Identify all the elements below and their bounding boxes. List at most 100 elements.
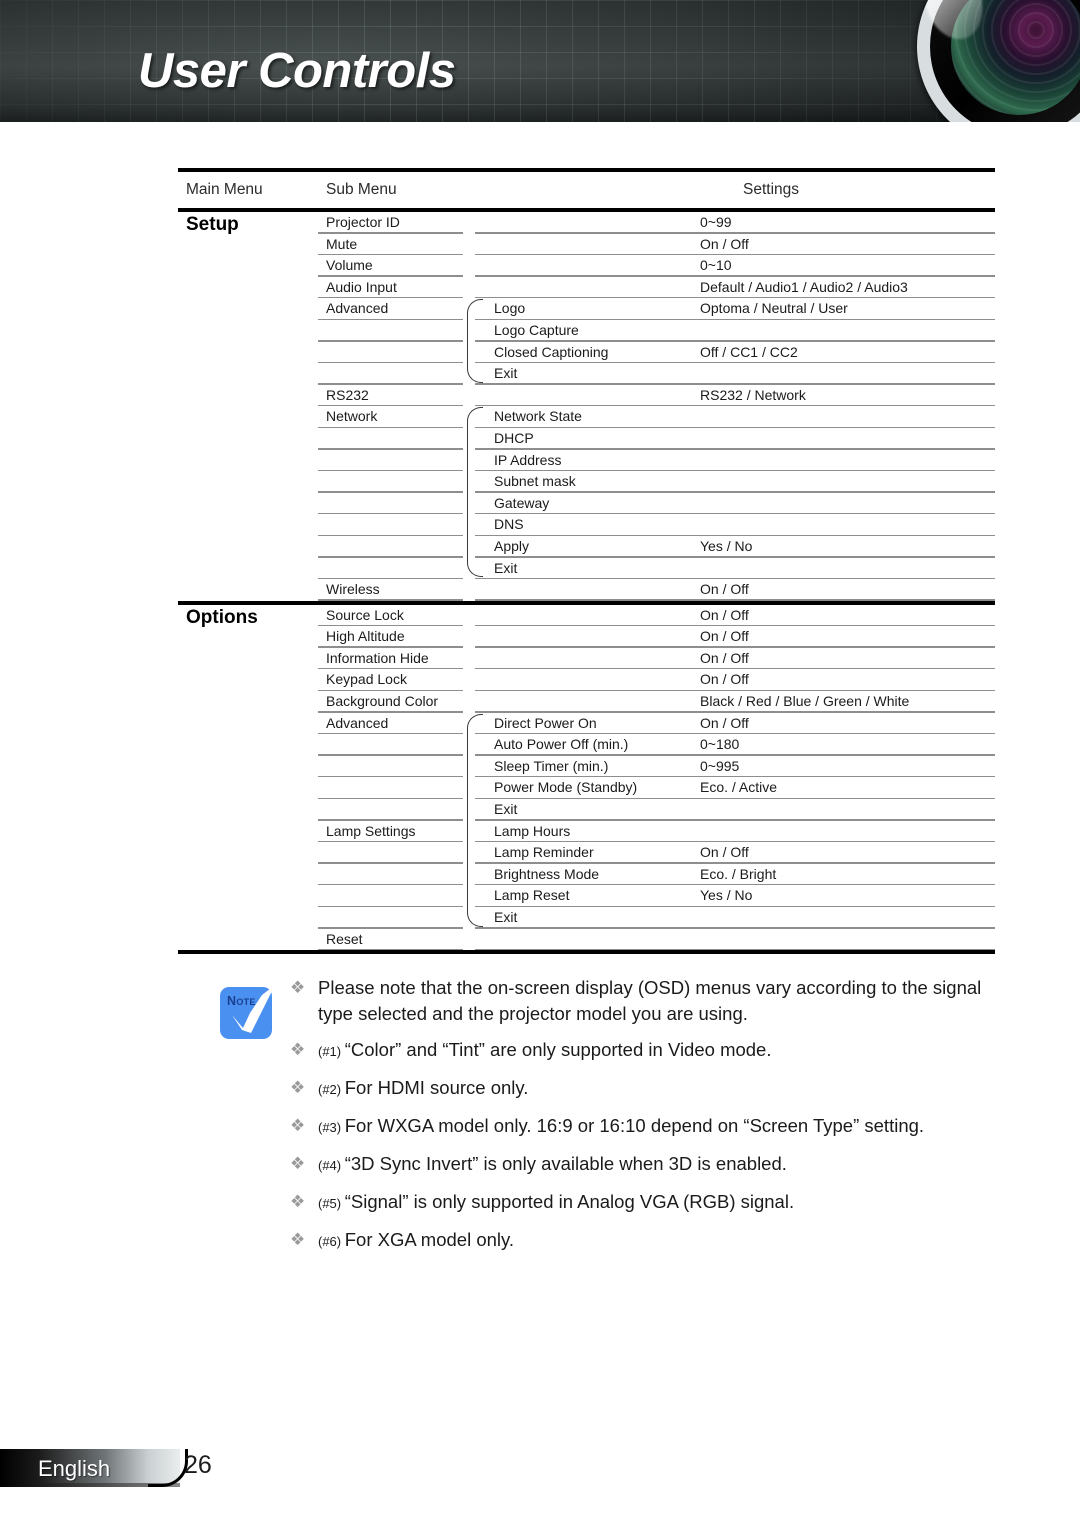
note-reference-marker: (#3) bbox=[318, 1120, 345, 1135]
column-header-main-menu: Main Menu bbox=[186, 181, 263, 198]
bullet-diamond-icon: ❖ bbox=[290, 1078, 306, 1097]
sub-sub-menu-label: Gateway bbox=[494, 494, 550, 511]
setting-value: Black / Red / Blue / Green / White bbox=[700, 693, 910, 710]
sub-sub-menu-label: Apply bbox=[494, 537, 530, 554]
bullet-diamond-icon: ❖ bbox=[290, 1116, 306, 1135]
setting-value: Eco. / Active bbox=[700, 779, 778, 796]
setting-value: Eco. / Bright bbox=[700, 865, 777, 882]
bullet-diamond-icon: ❖ bbox=[290, 1040, 306, 1059]
sub-menu-label: Wireless bbox=[326, 581, 380, 598]
note-text: “3D Sync Invert” is only available when … bbox=[344, 1153, 787, 1174]
note-bullet-item: ❖ (#5) “Signal” is only supported in Anal… bbox=[290, 1189, 1018, 1217]
table-row: Information Hide On / Off bbox=[178, 648, 995, 670]
sub-sub-menu-label: Brightness Mode bbox=[494, 865, 600, 882]
setting-value: On / Off bbox=[700, 714, 749, 731]
sub-sub-menu-label: IP Address bbox=[494, 451, 562, 468]
setting-value: 0~99 bbox=[700, 214, 732, 230]
note-text: For XGA model only. bbox=[344, 1229, 515, 1250]
sub-menu-label: Audio Input bbox=[326, 278, 397, 295]
note-bullet-item: ❖ (#2) For HDMI source only. bbox=[290, 1075, 1018, 1103]
table-row: RS232 RS232 / Network bbox=[178, 385, 995, 407]
row-underline-settings bbox=[475, 948, 995, 951]
column-header-settings: Settings bbox=[743, 181, 800, 198]
note-bullet-list: ❖ Please note that the on-screen display … bbox=[290, 975, 1018, 1265]
note-text: “Signal” is only supported in Analog VGA… bbox=[344, 1191, 795, 1212]
table-row: Sleep Timer (min.) 0~995 bbox=[178, 756, 995, 778]
sub-sub-menu-label: Exit bbox=[494, 801, 518, 818]
sub-menu-label: Advanced bbox=[326, 300, 389, 317]
note-bullet-item: ❖ (#3) For WXGA model only. 16:9 or 16:10… bbox=[290, 1113, 1018, 1141]
checkmark-icon bbox=[232, 985, 275, 1033]
table-row: Reset bbox=[178, 929, 995, 951]
setting-value: Default / Audio1 / Audio2 / Audio3 bbox=[700, 278, 908, 295]
sub-sub-menu-label: Lamp Reset bbox=[494, 887, 570, 904]
table-column-headers: Main Menu Sub Menu Settings bbox=[178, 172, 995, 208]
setting-value: On / Off bbox=[700, 671, 749, 688]
table-row: IP Address bbox=[178, 450, 995, 472]
table-bottom-rule bbox=[178, 950, 995, 955]
table-row: Exit bbox=[178, 558, 995, 580]
table-sections-host: Setup Projector ID 0~99 Mute On / Off Volume 0… bbox=[178, 208, 995, 955]
table-row: Wireless On / Off bbox=[178, 579, 995, 601]
table-row: Apply Yes / No bbox=[178, 536, 995, 558]
table-row: Lamp Settings Lamp Hours bbox=[178, 821, 995, 843]
table-row: Auto Power Off (min.) 0~180 bbox=[178, 734, 995, 756]
setting-value: On / Off bbox=[700, 581, 749, 598]
note-reference-marker: (#5) bbox=[318, 1196, 345, 1211]
sub-menu-label: Keypad Lock bbox=[326, 671, 407, 688]
sub-menu-label: Mute bbox=[326, 235, 358, 252]
note-text: “Color” and “Tint” are only supported in… bbox=[344, 1039, 772, 1060]
sub-sub-menu-label: DNS bbox=[494, 516, 524, 533]
table-row: High Altitude On / Off bbox=[178, 626, 995, 648]
note-text: For WXGA model only. 16:9 or 16:10 depen… bbox=[344, 1115, 925, 1136]
table-row: Advanced Direct Power On On / Off bbox=[178, 713, 995, 735]
table-row: Lamp Reminder On / Off bbox=[178, 842, 995, 864]
note-reference-marker: (#1) bbox=[318, 1044, 345, 1059]
sub-menu-label: Reset bbox=[326, 930, 363, 947]
table-row: Logo Capture bbox=[178, 320, 995, 342]
footer-language-label: English bbox=[38, 1456, 111, 1481]
sub-sub-menu-label: Exit bbox=[494, 559, 518, 576]
setting-value: On / Off bbox=[700, 235, 749, 252]
table-row: Advanced Logo Optoma / Neutral / User bbox=[178, 298, 995, 320]
sub-menu-label: Source Lock bbox=[326, 606, 404, 623]
sub-menu-label: Information Hide bbox=[326, 649, 429, 666]
table-section: Setup Projector ID 0~99 Mute On / Off Volume 0… bbox=[178, 208, 995, 601]
sub-sub-menu-label: Lamp Reminder bbox=[494, 844, 594, 861]
table-row: Exit bbox=[178, 907, 995, 929]
note-bullet-item: ❖ Please note that the on-screen display … bbox=[290, 975, 1018, 1027]
sub-menu-label: Network bbox=[326, 408, 378, 425]
sub-sub-menu-label: Network State bbox=[494, 408, 582, 425]
table-row: Brightness Mode Eco. / Bright bbox=[178, 864, 995, 886]
table-row: Projector ID 0~99 bbox=[178, 212, 995, 234]
row-underline-sub bbox=[318, 948, 463, 951]
note-bullet-item: ❖ (#6) For XGA model only. bbox=[290, 1227, 1018, 1255]
sub-sub-menu-label: Sleep Timer (min.) bbox=[494, 757, 609, 774]
bullet-diamond-icon: ❖ bbox=[290, 1230, 306, 1249]
column-header-sub-menu: Sub Menu bbox=[326, 181, 397, 198]
sub-menu-label: Volume bbox=[326, 257, 373, 274]
table-row: Audio Input Default / Audio1 / Audio2 / A… bbox=[178, 277, 995, 299]
bullet-diamond-icon: ❖ bbox=[290, 1154, 306, 1173]
bullet-diamond-icon: ❖ bbox=[290, 978, 306, 997]
table-section: Options Source Lock On / Off High Altitude O… bbox=[178, 600, 995, 951]
setting-value: Yes / No bbox=[700, 887, 753, 904]
sub-menu-label: Projector ID bbox=[326, 214, 400, 230]
sub-sub-menu-label: Subnet mask bbox=[494, 473, 576, 490]
setting-value: On / Off bbox=[700, 649, 749, 666]
table-row: Volume 0~10 bbox=[178, 255, 995, 277]
note-reference-marker: (#6) bbox=[318, 1234, 345, 1249]
sub-menu-label: Advanced bbox=[326, 714, 389, 731]
sub-menu-label: Lamp Settings bbox=[326, 822, 416, 839]
sub-sub-menu-label: DHCP bbox=[494, 429, 534, 446]
setting-value: Optoma / Neutral / User bbox=[700, 300, 848, 317]
setting-value: RS232 / Network bbox=[700, 386, 806, 403]
setting-value: On / Off bbox=[700, 844, 749, 861]
note-bullet-item: ❖ (#1) “Color” and “Tint” are only suppor… bbox=[290, 1037, 1018, 1065]
setting-value: 0~995 bbox=[700, 757, 740, 774]
setting-value: On / Off bbox=[700, 606, 749, 623]
sub-sub-menu-label: Logo bbox=[494, 300, 526, 317]
note-text: For HDMI source only. bbox=[344, 1077, 529, 1098]
bullet-diamond-icon: ❖ bbox=[290, 1192, 306, 1211]
page-number: 26 bbox=[184, 1451, 212, 1479]
